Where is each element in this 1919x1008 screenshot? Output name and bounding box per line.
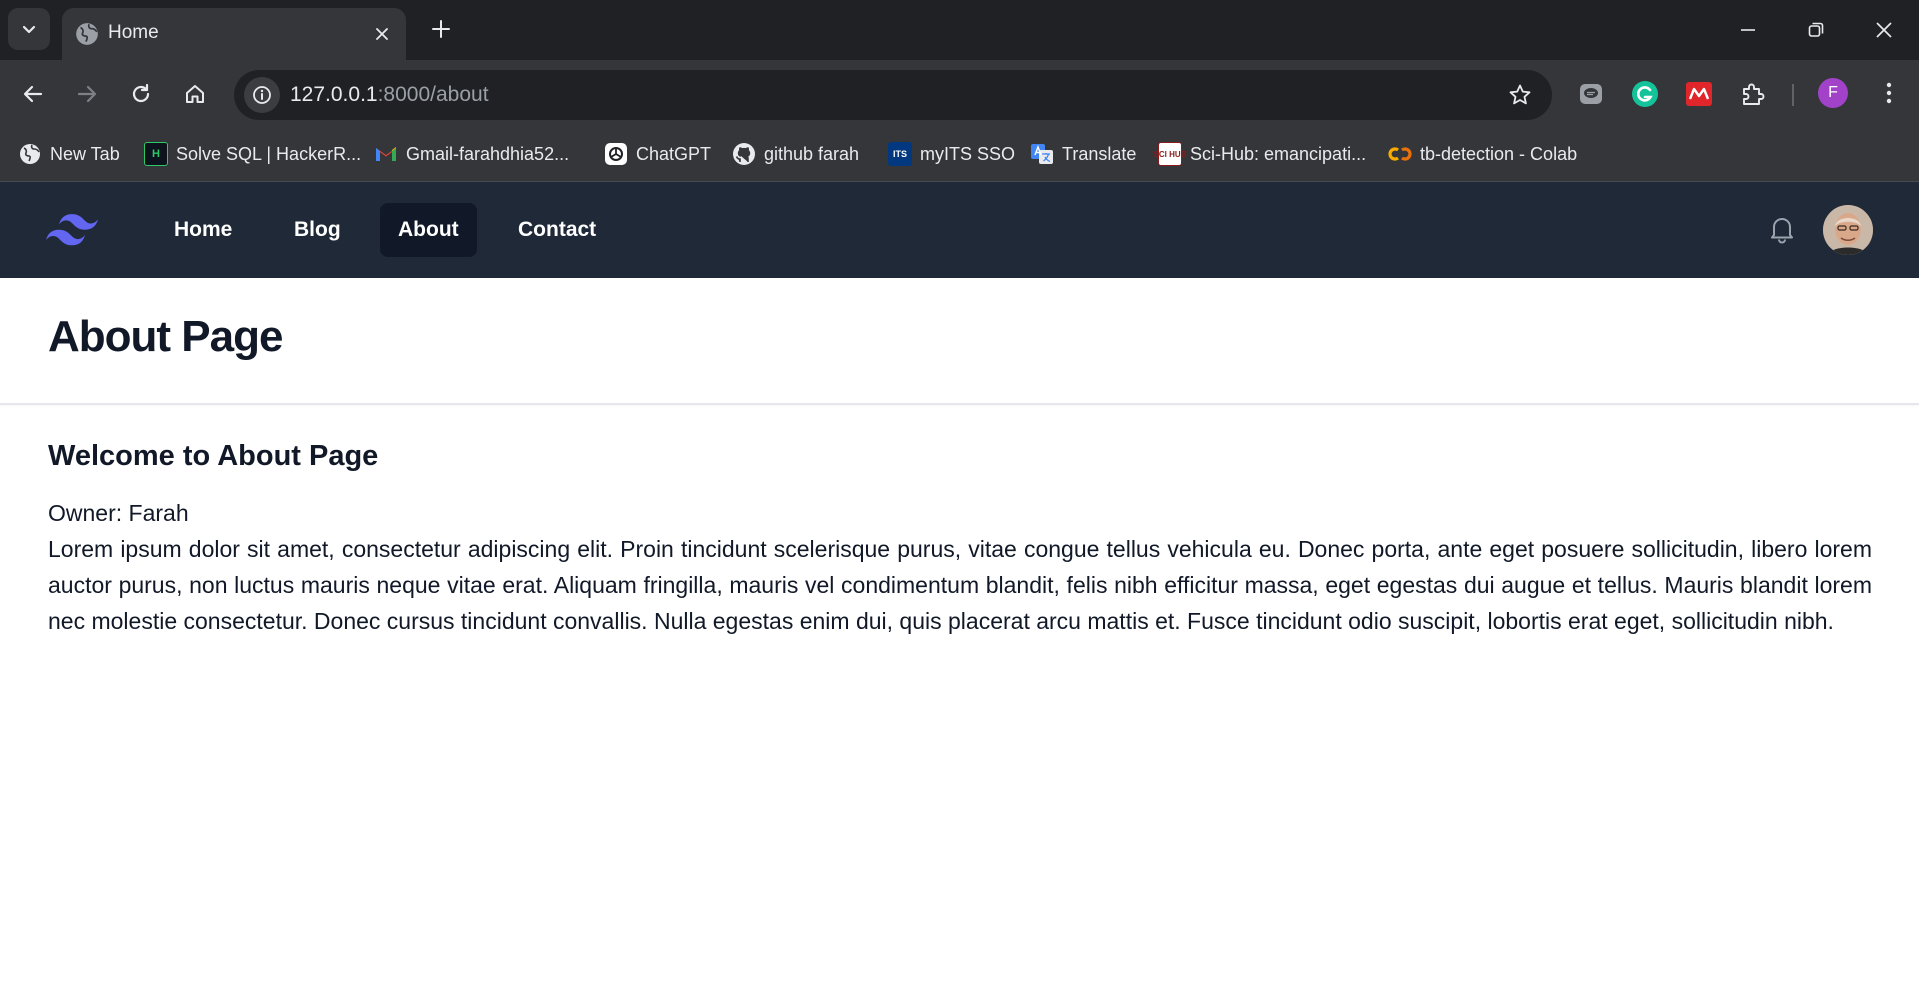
mendeley-icon [1686,82,1712,106]
bookmark-new-tab[interactable]: New Tab [18,138,120,170]
notifications-button[interactable] [1764,211,1800,247]
its-icon: ITS [888,142,912,166]
bookmark-label: Translate [1062,143,1137,164]
bookmark-label: tb-detection - Colab [1420,143,1578,164]
bookmark-label: Gmail-farahdhia52... [406,143,570,164]
close-window-button[interactable] [1850,0,1918,60]
minimize-button[interactable] [1714,0,1782,60]
url-path: :8000/about [377,83,489,106]
grammarly-icon [1632,81,1658,107]
browser-tab-home[interactable]: Home [62,8,406,60]
url-text: 127.0.0.1:8000/about [290,83,489,107]
chatgpt-icon [605,143,627,165]
close-icon [1876,22,1892,38]
info-icon [253,86,271,104]
star-icon [1509,84,1531,105]
site-info-button[interactable] [244,77,280,113]
tailwind-logo-icon[interactable] [46,208,98,252]
main-content: Welcome to About Page Owner: Farah Lorem… [48,440,1872,639]
bookmark-gmail[interactable]: Gmail-farahdhia52... [374,138,569,170]
plus-icon [432,20,450,38]
url-host: 127.0.0.1 [290,83,378,106]
back-button[interactable] [12,73,54,115]
tab-title: Home [108,22,159,43]
bookmark-scihub[interactable]: SCI HUB Sci-Hub: emancipati... [1154,138,1367,170]
new-tab-button[interactable] [424,12,458,46]
welcome-heading: Welcome to About Page [48,440,379,472]
more-vert-icon [1886,82,1892,104]
restore-icon [1808,22,1824,37]
bookmark-label: myITS SSO [920,143,1016,164]
page-title: About Page [48,312,283,361]
puzzle-icon [1743,83,1765,105]
body-paragraph: Lorem ipsum dolor sit amet, consectetur … [48,536,1872,634]
gmail-icon [376,147,396,161]
page-header: About Page [0,278,1919,405]
address-bar[interactable]: 127.0.0.1:8000/about [234,70,1552,120]
github-icon [733,143,755,165]
bookmark-colab[interactable]: tb-detection - Colab [1388,138,1577,170]
bookmark-star-button[interactable] [1506,81,1534,109]
bookmark-label: github farah [764,143,860,164]
arrow-right-icon [77,85,97,103]
forward-button[interactable] [66,73,108,115]
browser-toolbar: 127.0.0.1:8000/about F [0,60,1919,128]
bookmark-label: Sci-Hub: emancipati... [1190,143,1367,164]
extension-grammarly-button[interactable] [1628,77,1662,111]
colab-icon [1388,147,1412,161]
bookmark-github[interactable]: github farah [732,138,859,170]
chat-bubble-icon [1580,84,1602,104]
extension-mendeley-button[interactable] [1682,77,1716,111]
home-icon [186,85,204,103]
chevron-down-icon [22,25,36,34]
browser-tab-strip: Home [0,0,1919,60]
home-button[interactable] [174,73,216,115]
bookmarks-bar: New Tab H Solve SQL | HackerR... Gmail-f… [0,128,1919,182]
bell-icon [1771,218,1793,244]
bookmark-myits[interactable]: ITS myITS SSO [888,138,1015,170]
site-navbar: Home Blog About Contact [0,182,1919,278]
scihub-icon: SCI HUB [1154,142,1186,166]
reload-button[interactable] [120,73,162,115]
extensions-button[interactable] [1736,77,1770,111]
reload-icon [132,83,150,103]
bookmark-label: New Tab [50,143,120,164]
bookmark-hackerrank[interactable]: H Solve SQL | HackerR... [144,138,361,170]
globe-icon [76,23,98,45]
user-photo-icon [1823,205,1873,255]
nav-link-contact[interactable]: Contact [500,203,614,257]
browser-menu-button[interactable] [1872,76,1906,110]
globe-icon [20,144,40,164]
close-icon [376,28,388,40]
arrow-left-icon [23,85,43,103]
translate-icon [1031,144,1053,164]
bookmark-label: ChatGPT [636,143,712,164]
nav-link-blog[interactable]: Blog [276,203,359,257]
profile-avatar-button[interactable]: F [1818,78,1848,108]
bookmark-chatgpt[interactable]: ChatGPT [604,138,711,170]
minimize-icon [1741,29,1755,31]
owner-text: Owner: Farah [48,500,189,526]
extension-chat-button[interactable] [1574,77,1608,111]
nav-link-home[interactable]: Home [156,203,250,257]
tab-search-button[interactable] [8,8,50,50]
tab-close-button[interactable] [368,20,396,48]
bookmark-label: Solve SQL | HackerR... [176,143,362,164]
hackerrank-icon: H [144,142,168,166]
nav-link-about[interactable]: About [380,203,477,257]
user-avatar[interactable] [1823,205,1873,255]
toolbar-divider [1792,84,1794,106]
bookmark-translate[interactable]: Translate [1030,138,1136,170]
restore-button[interactable] [1782,0,1850,60]
